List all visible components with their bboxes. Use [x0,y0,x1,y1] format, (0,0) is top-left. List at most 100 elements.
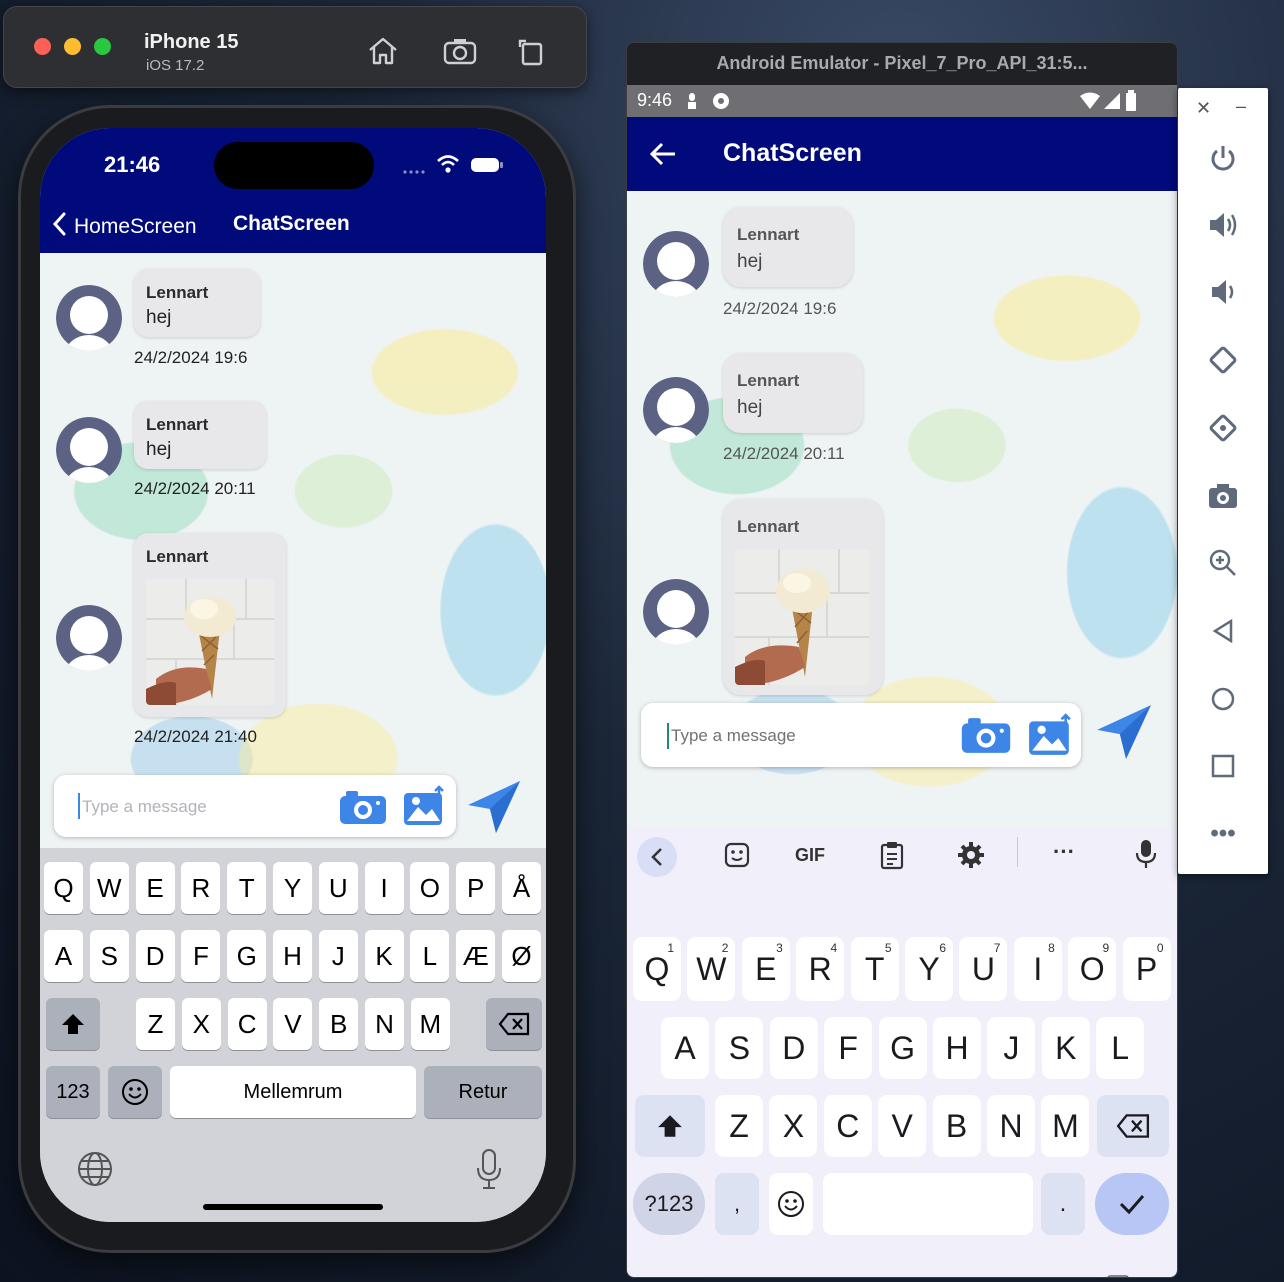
space-key[interactable]: Mellemrum [170,1066,416,1118]
key-ø[interactable]: Ø [502,930,541,982]
key-g[interactable]: G [227,930,267,982]
home-indicator[interactable] [203,1204,383,1210]
key-i[interactable]: I [364,862,404,914]
key-å[interactable]: Å [502,862,541,914]
shift-key[interactable] [46,998,100,1050]
overview-nav-icon[interactable] [1178,744,1268,788]
return-key[interactable]: Retur [424,1066,542,1118]
microphone-icon[interactable] [474,1148,504,1195]
key-u[interactable]: U [318,862,358,914]
key-f[interactable]: F [824,1017,873,1079]
chat-message-list[interactable]: Lennart hej 24/2/2024 19:6 Lennart hej 2… [40,253,546,848]
key-n[interactable]: N [365,998,404,1050]
more-options-button[interactable]: ··· [1053,839,1075,865]
message-bubble[interactable]: Lennart hej [134,401,266,469]
message-bubble[interactable]: Lennart hej [723,353,863,433]
key-v[interactable]: V [273,998,313,1050]
key-m[interactable]: M [1041,1095,1090,1157]
minimize-window-button[interactable] [64,38,81,55]
chat-message-list[interactable]: Lennart hej 24/2/2024 19:6 Lennart hej 2… [627,191,1177,827]
key-x[interactable]: X [181,998,221,1050]
message-bubble[interactable]: Lennart hej [723,207,853,287]
rotate-left-icon[interactable] [1178,338,1268,382]
space-key[interactable] [823,1173,1033,1235]
key-m[interactable]: M [410,998,450,1050]
rotate-icon[interactable] [514,35,548,67]
gallery-upload-icon[interactable] [402,785,446,832]
symbols-key[interactable]: ?123 [633,1173,705,1235]
key-w[interactable]: W [89,862,129,914]
key-t[interactable]: T5 [850,937,899,1001]
screenshot-icon[interactable] [442,35,477,67]
key-s[interactable]: S [715,1017,764,1079]
volume-down-icon[interactable] [1178,270,1268,314]
zoom-icon[interactable] [1178,541,1268,585]
emoji-key[interactable] [769,1173,813,1235]
key-c[interactable]: C [227,998,267,1050]
key-e[interactable]: E3 [741,937,790,1001]
key-k[interactable]: K [364,930,404,982]
delete-key[interactable] [486,998,542,1050]
key-h[interactable]: H [273,930,312,982]
key-b[interactable]: B [932,1095,981,1157]
camera-icon[interactable] [959,715,1013,760]
key-e[interactable]: E [135,862,175,914]
period-key[interactable]: . [1041,1173,1085,1235]
numbers-key[interactable]: 123 [46,1066,100,1118]
key-h[interactable]: H [933,1017,981,1079]
key-a[interactable]: A [661,1017,709,1079]
message-bubble[interactable]: Lennart [723,499,883,695]
key-f[interactable]: F [181,930,221,982]
key-y[interactable]: Y [273,862,312,914]
key-j[interactable]: J [318,930,358,982]
back-nav-icon[interactable] [1178,609,1268,653]
shift-key[interactable] [635,1095,705,1157]
clipboard-icon[interactable] [879,840,905,875]
back-button[interactable]: HomeScreen [52,212,197,242]
hide-keyboard-icon[interactable] [675,1275,693,1277]
key-r[interactable]: R4 [796,937,845,1001]
key-c[interactable]: C [823,1095,872,1157]
key-b[interactable]: B [319,998,359,1050]
gif-button[interactable]: GIF [795,845,825,866]
key-j[interactable]: J [987,1017,1036,1079]
keyboard-switch-icon[interactable] [1107,1275,1129,1277]
sticker-icon[interactable] [723,841,751,874]
key-q[interactable]: Q1 [633,937,681,1001]
rotate-right-icon[interactable] [1178,406,1268,450]
message-bubble[interactable]: Lennart [134,533,286,717]
key-d[interactable]: D [769,1017,818,1079]
message-input[interactable]: Type a message [82,797,207,817]
done-key[interactable] [1095,1173,1169,1235]
screenshot-icon[interactable] [1178,474,1268,518]
send-icon[interactable] [464,779,524,840]
more-icon[interactable]: ••• [1178,812,1268,856]
key-x[interactable]: X [769,1095,818,1157]
key-q[interactable]: Q [44,862,83,914]
close-icon[interactable]: ✕ [1196,98,1211,119]
microphone-icon[interactable] [1135,839,1157,874]
key-z[interactable]: Z [136,998,175,1050]
gallery-upload-icon[interactable] [1027,713,1073,762]
send-icon[interactable] [1093,703,1155,766]
key-l[interactable]: L [1096,1017,1145,1079]
key-y[interactable]: Y6 [905,937,953,1001]
message-image[interactable] [146,579,274,705]
close-window-button[interactable] [34,38,51,55]
power-icon[interactable] [1178,136,1268,180]
key-w[interactable]: W2 [687,937,736,1001]
key-r[interactable]: R [181,862,221,914]
key-æ[interactable]: Æ [456,930,496,982]
minimize-icon[interactable]: – [1236,96,1246,117]
key-a[interactable]: A [44,930,83,982]
delete-key[interactable] [1097,1095,1169,1157]
home-nav-icon[interactable] [1178,677,1268,721]
arrow-back-icon[interactable] [649,141,677,172]
home-icon[interactable] [366,35,400,67]
camera-icon[interactable] [338,788,388,831]
emoji-key[interactable] [108,1066,162,1118]
key-p[interactable]: P0 [1122,937,1171,1001]
key-p[interactable]: P [456,862,496,914]
key-l[interactable]: L [410,930,450,982]
comma-key[interactable]: , [715,1173,759,1235]
